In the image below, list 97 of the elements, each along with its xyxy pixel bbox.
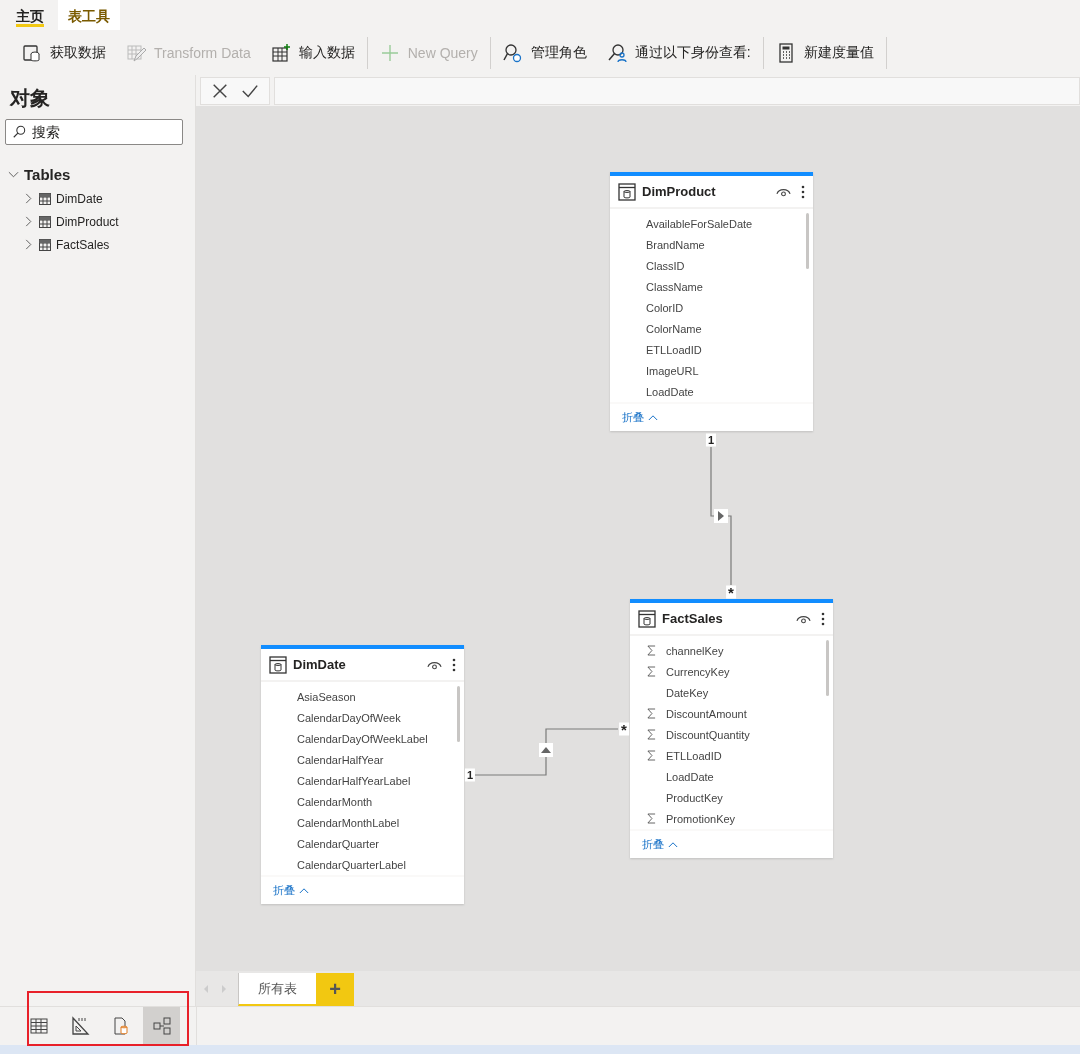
caret-up-icon bbox=[299, 887, 309, 894]
field-name[interactable]: ClassName bbox=[646, 280, 703, 293]
sigma-icon bbox=[646, 645, 656, 656]
toolbar-button[interactable]: 新建度量值 bbox=[765, 34, 884, 71]
person-view-icon bbox=[606, 42, 627, 63]
cardinality-label: 1 bbox=[464, 768, 476, 782]
relationship-line[interactable] bbox=[710, 446, 715, 517]
person-search-icon bbox=[502, 42, 523, 63]
table-plus-icon bbox=[270, 42, 291, 63]
triangle-right-icon bbox=[714, 509, 728, 523]
table-icon bbox=[638, 609, 656, 628]
chevron-right-icon[interactable] bbox=[23, 193, 34, 204]
ruler-icon bbox=[69, 1016, 90, 1036]
relationship-line[interactable] bbox=[545, 728, 619, 744]
table-icon bbox=[269, 655, 287, 674]
field-name[interactable]: CalendarHalfYearLabel bbox=[297, 774, 411, 787]
field-name[interactable]: ClassID bbox=[646, 259, 685, 272]
tree-item[interactable]: DimProduct bbox=[56, 214, 119, 229]
relationship-line[interactable] bbox=[474, 756, 547, 776]
field-name[interactable]: channelKey bbox=[666, 644, 724, 657]
table-name: DimDate bbox=[293, 657, 347, 672]
chevron-right-icon[interactable] bbox=[23, 216, 34, 227]
field-name[interactable]: CalendarDayOfWeekLabel bbox=[297, 732, 428, 745]
pane-title: 对象 bbox=[8, 86, 51, 111]
page-tab[interactable]: 所有表 bbox=[238, 973, 316, 1006]
table-icon bbox=[39, 215, 51, 228]
more-icon[interactable] bbox=[801, 184, 805, 199]
toolbar-button[interactable]: 通过以下身份查看: bbox=[596, 34, 761, 71]
table-pencil-icon bbox=[126, 42, 146, 63]
caret-up-icon bbox=[668, 841, 678, 848]
field-name[interactable]: CalendarQuarter bbox=[297, 837, 379, 850]
field-name[interactable]: AvailableForSaleDate bbox=[646, 217, 753, 230]
field-name[interactable]: CalendarMonth bbox=[297, 795, 373, 808]
field-name[interactable]: CalendarQuarterLabel bbox=[297, 858, 406, 871]
more-icon[interactable] bbox=[452, 657, 456, 672]
table-name: FactSales bbox=[662, 611, 724, 626]
tree-group-label[interactable]: Tables bbox=[24, 165, 71, 183]
scrollbar-thumb[interactable] bbox=[806, 213, 809, 269]
formula-field[interactable] bbox=[274, 76, 1080, 105]
model-icon bbox=[151, 1016, 172, 1036]
toolbar-button[interactable]: 输入数据 bbox=[260, 34, 365, 71]
field-name[interactable]: AsiaSeason bbox=[297, 690, 356, 703]
table-icon bbox=[618, 182, 636, 201]
cardinality-label: * bbox=[619, 722, 629, 736]
field-name[interactable]: BrandName bbox=[646, 238, 705, 251]
collapse-link[interactable]: 折叠 bbox=[273, 883, 309, 898]
ribbon-tab[interactable]: 主页 bbox=[6, 0, 54, 30]
field-name[interactable]: DiscountAmount bbox=[666, 707, 747, 720]
field-name[interactable]: LoadDate bbox=[646, 385, 694, 398]
field-name[interactable]: ImageURL bbox=[646, 364, 699, 377]
collapse-link[interactable]: 折叠 bbox=[642, 837, 678, 852]
field-name[interactable]: CalendarDayOfWeek bbox=[297, 711, 401, 724]
field-name[interactable]: PromotionKey bbox=[666, 812, 736, 825]
plus-icon bbox=[379, 42, 400, 63]
scrollbar-thumb[interactable] bbox=[457, 686, 460, 742]
field-name[interactable]: LoadDate bbox=[666, 770, 714, 783]
table-icon bbox=[39, 238, 51, 251]
close-icon[interactable] bbox=[211, 81, 229, 100]
search-field[interactable]: 搜索 bbox=[5, 119, 183, 145]
field-name[interactable]: ETLLoadID bbox=[666, 749, 722, 762]
table-card[interactable]: DimProduct AvailableForSaleDate BrandName ClassID ClassName ColorID ColorName ETLLoadID ImageURL LoadDate 折叠 bbox=[610, 172, 813, 431]
sigma-icon bbox=[646, 750, 656, 761]
field-name[interactable]: CurrencyKey bbox=[666, 665, 730, 678]
tree-item[interactable]: FactSales bbox=[56, 237, 110, 252]
tree-item[interactable]: DimDate bbox=[56, 191, 103, 206]
sigma-icon bbox=[646, 813, 656, 824]
field-name[interactable]: CalendarHalfYear bbox=[297, 753, 384, 766]
field-name[interactable]: ETLLoadID bbox=[646, 343, 702, 356]
more-icon[interactable] bbox=[821, 611, 825, 626]
field-name[interactable]: ColorName bbox=[646, 322, 702, 335]
cardinality-label: 1 bbox=[705, 433, 717, 447]
triangle-up-icon bbox=[539, 743, 553, 757]
cardinality-label: * bbox=[726, 585, 736, 599]
toolbar-button[interactable]: 获取数据 bbox=[12, 34, 116, 71]
field-name[interactable]: DiscountQuantity bbox=[666, 728, 750, 741]
table-card[interactable]: DimDate AsiaSeason CalendarDayOfWeek CalendarDayOfWeekLabel CalendarHalfYear CalendarHalfYearLabel CalendarMonth CalendarMonthLabel CalendarQuarter CalendarQuarterLabel 折叠 bbox=[261, 645, 464, 904]
scrollbar-thumb[interactable] bbox=[826, 640, 829, 696]
database-icon bbox=[22, 42, 42, 63]
toolbar-button[interactable]: 管理角色 bbox=[492, 34, 597, 71]
table-card[interactable]: FactSales channelKey CurrencyKey DateKey DiscountAmount DiscountQuantity ETLLoadID LoadDate ProductKey PromotionKey 折叠 bbox=[630, 599, 833, 858]
field-name[interactable]: ColorID bbox=[646, 301, 684, 314]
table-icon bbox=[39, 192, 51, 205]
relationship-line[interactable] bbox=[727, 515, 732, 586]
search-icon bbox=[12, 125, 26, 139]
add-page-button[interactable]: + bbox=[316, 973, 354, 1006]
caret-up-icon bbox=[648, 414, 658, 421]
ribbon-tab[interactable]: 表工具 bbox=[58, 0, 120, 30]
field-name[interactable]: DateKey bbox=[666, 686, 709, 699]
table-name: DimProduct bbox=[642, 184, 717, 199]
sigma-icon bbox=[646, 729, 656, 740]
sigma-icon bbox=[646, 666, 656, 677]
field-name[interactable]: ProductKey bbox=[666, 791, 723, 804]
collapse-link[interactable]: 折叠 bbox=[622, 410, 658, 425]
table-icon bbox=[28, 1016, 49, 1036]
field-name[interactable]: CalendarMonthLabel bbox=[297, 816, 400, 829]
chevron-right-icon[interactable] bbox=[23, 239, 34, 250]
sigma-icon bbox=[646, 708, 656, 719]
